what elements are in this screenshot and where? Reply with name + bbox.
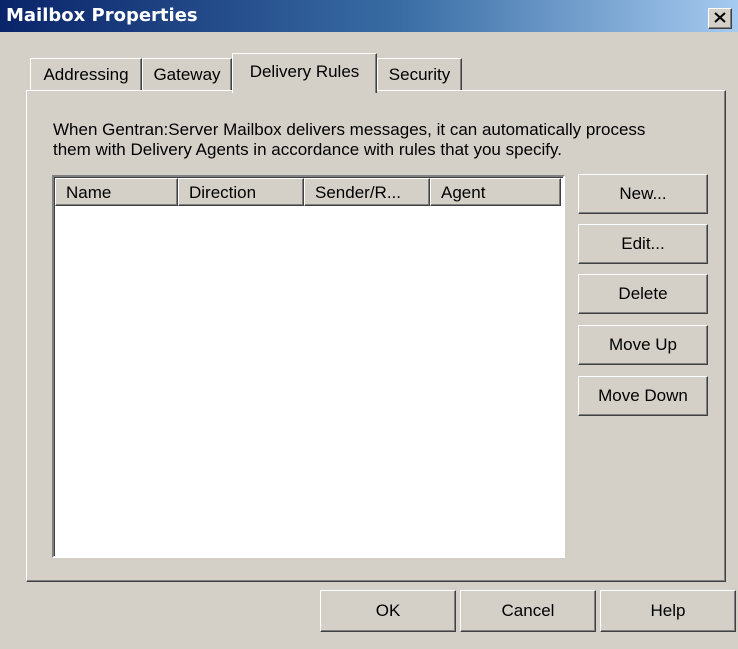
mailbox-properties-dialog: Mailbox Properties Addressing Gateway De… — [0, 0, 738, 649]
column-header-label: Sender/R... — [315, 183, 401, 202]
tab-label: Addressing — [43, 65, 129, 84]
title-bar: Mailbox Properties — [0, 0, 738, 32]
column-header-label: Agent — [441, 183, 486, 202]
column-header-sender-recipient[interactable]: Sender/R... — [304, 178, 430, 206]
tab-delivery-rules[interactable]: Delivery Rules — [232, 53, 377, 93]
tab-label: Delivery Rules — [249, 62, 360, 81]
panel-description: When Gentran:Server Mailbox delivers mes… — [53, 120, 723, 160]
close-icon — [714, 11, 726, 27]
tab-label: Security — [388, 65, 451, 84]
close-x-glyph — [714, 11, 726, 23]
tab-gateway[interactable]: Gateway — [142, 58, 232, 90]
column-header-name[interactable]: Name — [55, 178, 178, 206]
column-header-label: Direction — [189, 183, 257, 202]
edit-button[interactable]: Edit... — [578, 224, 708, 264]
ok-button[interactable]: OK — [320, 590, 456, 632]
close-button[interactable] — [708, 8, 732, 29]
help-button[interactable]: Help — [600, 590, 736, 632]
column-header-label: Name — [66, 183, 112, 202]
window-title: Mailbox Properties — [6, 5, 198, 26]
delivery-rules-list[interactable]: Name Direction Sender/R... Agent — [52, 175, 565, 558]
column-header-agent[interactable]: Agent — [430, 178, 561, 206]
cancel-button[interactable]: Cancel — [460, 590, 596, 632]
column-header-direction[interactable]: Direction — [178, 178, 304, 206]
description-line-1: When Gentran:Server Mailbox delivers mes… — [53, 120, 646, 139]
tab-label: Gateway — [153, 65, 221, 84]
new-button[interactable]: New... — [578, 174, 708, 214]
move-down-button[interactable]: Move Down — [578, 376, 708, 416]
delete-button[interactable]: Delete — [578, 274, 708, 314]
tab-addressing[interactable]: Addressing — [30, 58, 142, 90]
tab-security[interactable]: Security — [377, 58, 462, 90]
description-line-2: them with Delivery Agents in accordance … — [53, 140, 562, 159]
move-up-button[interactable]: Move Up — [578, 325, 708, 365]
